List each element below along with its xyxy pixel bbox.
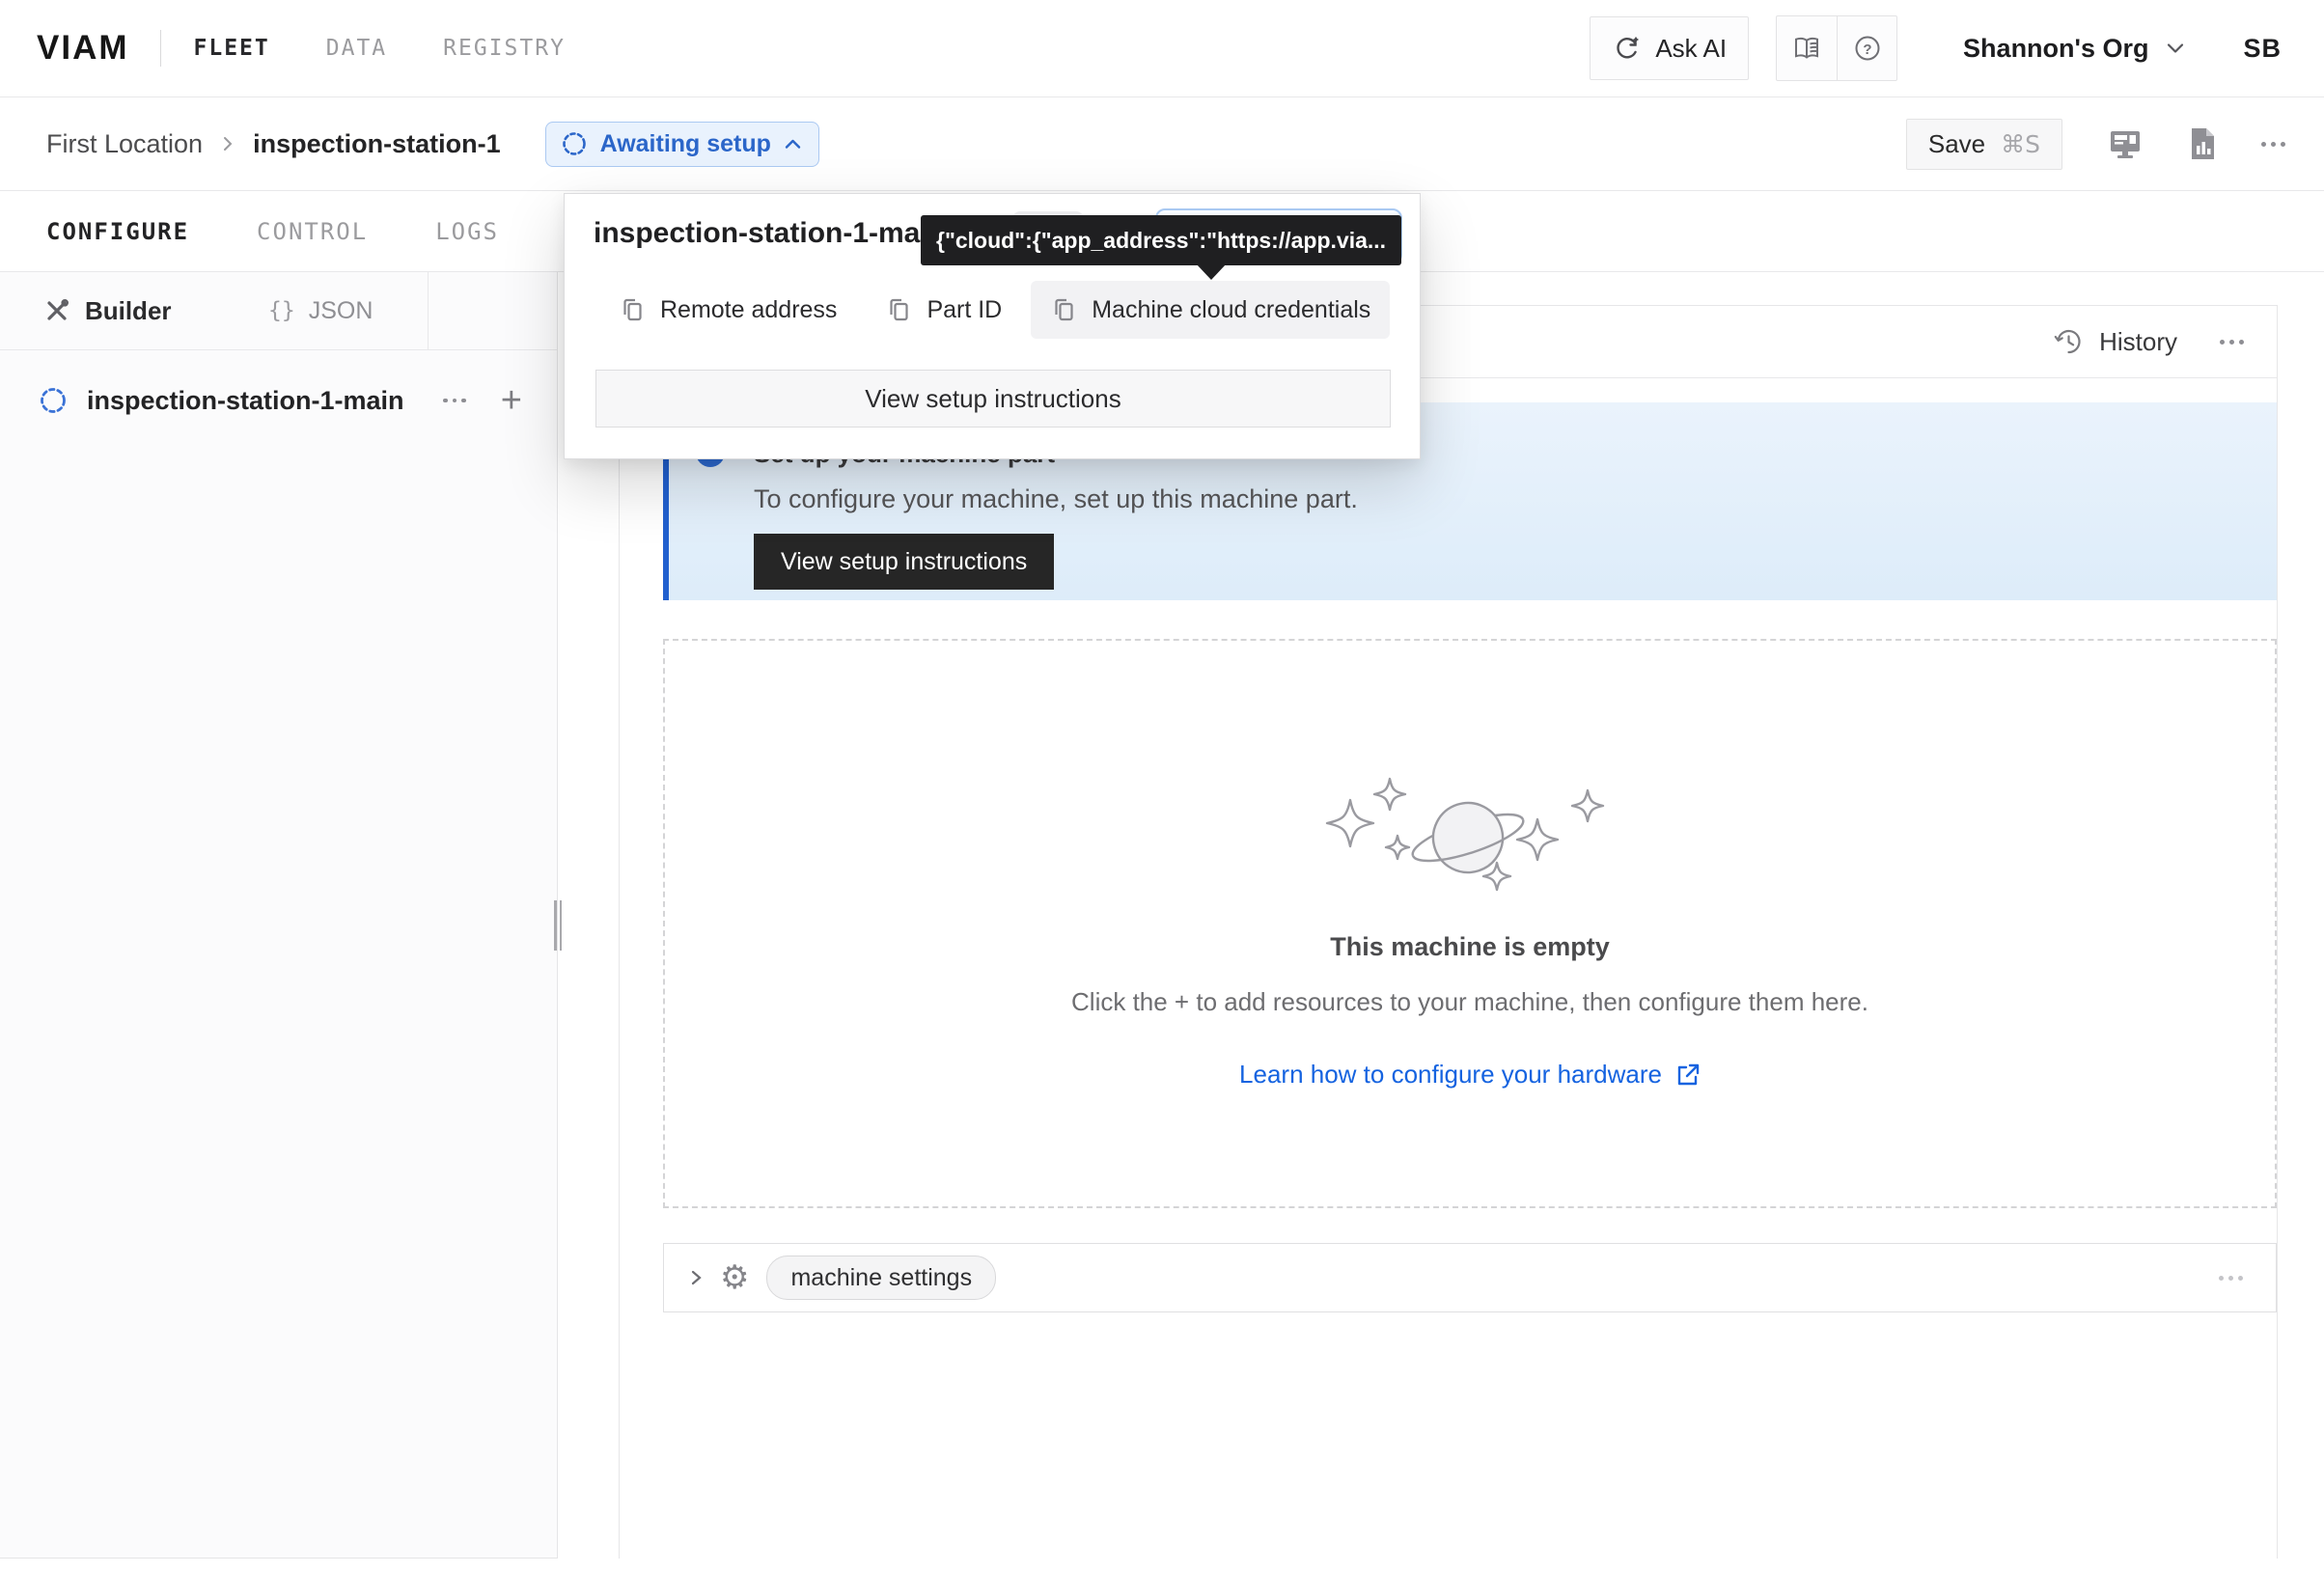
monitor-icon — [2107, 127, 2144, 160]
machine-actions: Save ⌘S — [1906, 119, 2285, 170]
breadcrumb-machine-name: inspection-station-1 — [253, 129, 501, 159]
planet-illustration — [1325, 762, 1615, 907]
builder-label: Builder — [85, 296, 172, 326]
external-link-icon — [1675, 1062, 1701, 1088]
org-switcher[interactable]: Shannon's Org — [1963, 34, 2185, 64]
status-badge[interactable]: Awaiting setup — [545, 122, 819, 167]
empty-state-body: Click the + to add resources to your mac… — [1071, 987, 1868, 1017]
json-mode-button[interactable]: {} JSON — [214, 272, 429, 349]
ask-ai-label: Ask AI — [1655, 34, 1727, 64]
tab-configure[interactable]: CONFIGURE — [46, 218, 189, 245]
credentials-tooltip-arrow — [1196, 263, 1227, 280]
machine-settings-pill[interactable]: machine settings — [766, 1256, 996, 1300]
top-nav-bar: VIAM FLEET DATA REGISTRY Ask AI — [0, 0, 2324, 97]
docs-button[interactable] — [1777, 16, 1837, 80]
configure-hardware-link[interactable]: Learn how to configure your hardware — [1239, 1060, 1701, 1090]
copy-machine-cloud-credentials-label: Machine cloud credentials — [1092, 296, 1370, 324]
history-label: History — [2099, 327, 2177, 357]
copy-machine-cloud-credentials-button[interactable]: Machine cloud credentials — [1031, 281, 1390, 339]
expand-settings-chevron[interactable] — [687, 1266, 705, 1289]
json-label: JSON — [309, 297, 374, 325]
tab-logs[interactable]: LOGS — [435, 218, 499, 245]
part-actions: + — [443, 382, 522, 419]
header-right-cluster: Ask AI ? — [1590, 15, 2282, 81]
primary-nav: FLEET DATA REGISTRY — [194, 36, 566, 61]
save-shortcut: ⌘S — [2001, 130, 2040, 158]
popup-part-title: inspection-station-1-main — [594, 217, 946, 250]
braces-icon: {} — [268, 298, 295, 323]
copy-buttons-row: Remote address Part ID M — [599, 281, 1390, 339]
ask-ai-button[interactable]: Ask AI — [1590, 16, 1749, 80]
awaiting-setup-dashed-circle-icon — [561, 130, 588, 157]
chevron-up-icon — [784, 138, 802, 151]
copy-part-id-button[interactable]: Part ID — [866, 281, 1021, 339]
copy-icon — [1050, 296, 1077, 323]
gear-icon: ⚙ — [720, 1261, 749, 1294]
machine-more-menu[interactable] — [2261, 142, 2285, 147]
configure-sidebar: Builder {} JSON inspection-station-1-mai… — [0, 272, 558, 1559]
nav-data[interactable]: DATA — [326, 36, 387, 61]
sidebar-resize-handle[interactable] — [552, 899, 564, 952]
presentation-mode-button[interactable] — [2107, 127, 2144, 160]
save-label: Save — [1928, 129, 1985, 159]
ask-ai-sparkle-icon — [1612, 33, 1643, 64]
viam-machine-page: VIAM FLEET DATA REGISTRY Ask AI — [0, 0, 2324, 1573]
view-setup-instructions-button[interactable]: View setup instructions — [754, 534, 1054, 590]
machine-report-button[interactable] — [2188, 126, 2217, 161]
configure-content: Builder {} JSON inspection-station-1-mai… — [0, 272, 2324, 1572]
nav-registry[interactable]: REGISTRY — [443, 36, 566, 61]
org-name: Shannon's Org — [1963, 34, 2148, 64]
copy-part-id-label: Part ID — [927, 296, 1002, 324]
builder-tools-icon — [42, 296, 71, 325]
copy-icon — [885, 296, 912, 323]
breadcrumb-location[interactable]: First Location — [46, 129, 203, 159]
add-resource-button[interactable]: + — [501, 382, 522, 419]
header-divider — [160, 30, 161, 67]
banner-body: To configure your machine, set up this m… — [669, 469, 2277, 514]
settings-more-menu[interactable] — [2219, 1276, 2243, 1281]
link-label: Learn how to configure your hardware — [1239, 1060, 1662, 1090]
popup-view-setup-instructions-button[interactable]: View setup instructions — [595, 370, 1391, 428]
question-mark-icon: ? — [1852, 33, 1883, 64]
machine-header-row: First Location inspection-station-1 Awai… — [0, 97, 2324, 191]
panel-more-menu[interactable] — [2220, 340, 2244, 345]
breadcrumb-chevron-icon — [220, 134, 235, 153]
book-icon — [1791, 33, 1822, 64]
chevron-down-icon — [2166, 41, 2185, 55]
part-name: inspection-station-1-main — [87, 386, 404, 416]
copy-remote-address-label: Remote address — [660, 296, 837, 324]
configure-main-panel: History i Set up your machine part To co… — [619, 305, 2278, 1559]
copy-remote-address-button[interactable]: Remote address — [599, 281, 856, 339]
save-button[interactable]: Save ⌘S — [1906, 119, 2062, 170]
empty-machine-box: This machine is empty Click the + to add… — [663, 639, 2277, 1208]
builder-json-toggle-row: Builder {} JSON — [0, 272, 557, 350]
credentials-tooltip: {"cloud":{"app_address":"https://app.via… — [921, 215, 1401, 265]
history-clock-icon — [2053, 326, 2084, 357]
empty-state-title: This machine is empty — [1330, 932, 1610, 962]
builder-json-toggle: Builder {} JSON — [0, 272, 429, 349]
builder-mode-button[interactable]: Builder — [0, 272, 214, 349]
panel-content: i Set up your machine part To configure … — [620, 378, 2277, 1312]
part-awaiting-setup-icon — [39, 386, 68, 415]
svg-text:?: ? — [1863, 41, 1871, 58]
document-chart-icon — [2188, 126, 2217, 161]
history-button[interactable]: History — [2053, 326, 2177, 357]
viam-logo[interactable]: VIAM — [37, 29, 129, 68]
help-button[interactable]: ? — [1837, 16, 1896, 80]
help-icon-group: ? — [1776, 15, 1897, 81]
status-badge-label: Awaiting setup — [600, 130, 771, 158]
machine-part-row[interactable]: inspection-station-1-main + — [0, 373, 557, 428]
part-more-menu[interactable] — [443, 399, 466, 403]
copy-icon — [619, 296, 646, 323]
tab-control[interactable]: CONTROL — [257, 218, 368, 245]
nav-fleet[interactable]: FLEET — [194, 36, 270, 61]
machine-settings-row[interactable]: ⚙ machine settings — [663, 1243, 2277, 1312]
user-avatar[interactable]: SB — [2243, 34, 2282, 64]
